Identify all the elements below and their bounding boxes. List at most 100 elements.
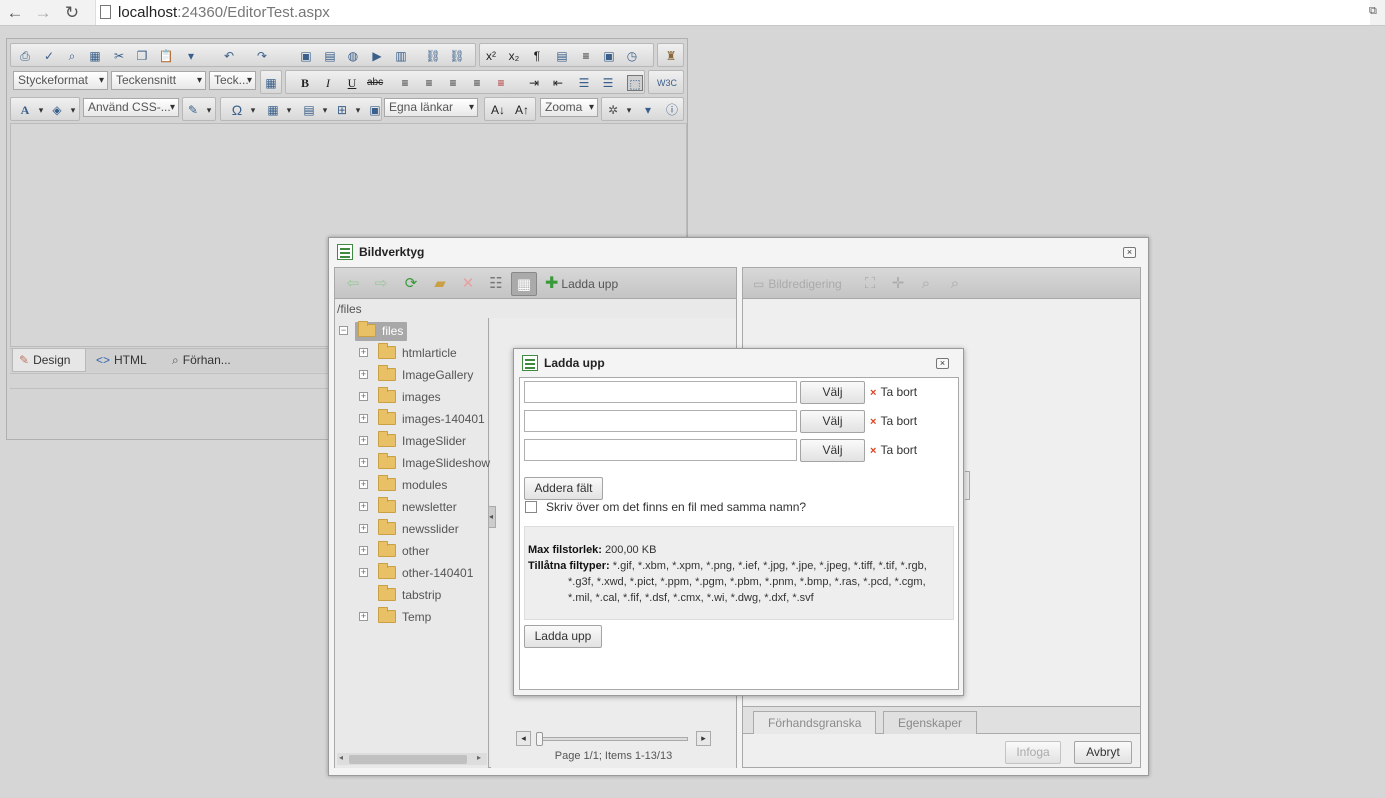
find-icon[interactable]: ⌕ <box>64 48 80 64</box>
insert-paragraph-icon[interactable]: ▤ <box>554 48 570 64</box>
align-left-icon[interactable]: ≡ <box>397 75 413 91</box>
insert-form-element-icon[interactable]: ⊞ <box>334 102 350 118</box>
image-map-icon[interactable]: ▤ <box>322 48 338 64</box>
actual-size-icon[interactable]: ✛ <box>889 275 907 293</box>
forward-icon[interactable]: ⇨ <box>372 275 390 293</box>
expand-icon[interactable]: + <box>359 524 368 533</box>
remove-alignment-icon[interactable]: ≡ <box>493 75 509 91</box>
font-size-dropdown[interactable]: Teck... <box>209 71 256 90</box>
redo-icon[interactable]: ↷ <box>254 48 270 64</box>
tab-preview[interactable]: ⌕ Förhan... <box>166 349 237 372</box>
help-icon[interactable]: ⓘ <box>664 102 680 118</box>
media-icon[interactable]: ▶ <box>369 48 385 64</box>
back-arrow-icon[interactable]: ← <box>5 3 25 23</box>
convert-to-upper-icon[interactable]: A↑ <box>514 102 530 118</box>
scrollbar-thumb[interactable] <box>349 755 467 764</box>
back-icon[interactable]: ⇦ <box>344 275 362 293</box>
remove-row-1[interactable]: × Ta bort <box>870 384 917 401</box>
symbols-dropdown-icon[interactable]: ▾ <box>245 102 261 118</box>
expand-icon[interactable]: + <box>359 612 368 621</box>
background-image-icon[interactable]: ▦ <box>263 75 279 91</box>
bulleted-list-icon[interactable]: ☰ <box>600 75 616 91</box>
scroll-right-icon[interactable]: ▸ <box>477 753 481 762</box>
remove-row-3[interactable]: × Ta bort <box>870 442 917 459</box>
overwrite-checkbox[interactable] <box>525 501 537 513</box>
remove-row-2[interactable]: × Ta bort <box>870 413 917 430</box>
slider-decrease-icon[interactable]: ◂ <box>516 731 531 746</box>
zoom-out-icon[interactable]: ⌕ <box>946 275 964 293</box>
expand-icon[interactable]: + <box>359 480 368 489</box>
slider-increase-icon[interactable]: ▸ <box>696 731 711 746</box>
back-color-dropdown-icon[interactable]: ▾ <box>65 102 81 118</box>
print-icon[interactable]: ⎙ <box>17 48 33 64</box>
tab-preview-image[interactable]: Förhandsgranska <box>753 711 877 734</box>
splitter-collapse-icon[interactable]: ◂ <box>488 506 496 528</box>
address-bar[interactable]: localhost:24360/EditorTest.aspx <box>95 0 1370 25</box>
image-properties-icon[interactable]: ▣ <box>367 102 383 118</box>
module-manager-dropdown-icon[interactable]: ▾ <box>621 102 637 118</box>
expand-icon[interactable]: + <box>359 458 368 467</box>
outdent-icon[interactable]: ⇤ <box>550 75 566 91</box>
xhtml-validator-icon[interactable]: W3C <box>657 75 677 91</box>
add-field-button[interactable]: Addera fält <box>524 477 603 500</box>
toggle-borders-icon[interactable]: ⬚ <box>627 75 643 91</box>
thumbnail-size-slider[interactable]: ◂ ▸ <box>516 731 712 746</box>
new-folder-icon[interactable]: ▰ <box>431 275 449 293</box>
snippets-icon[interactable]: ▤ <box>301 102 317 118</box>
font-name-dropdown[interactable]: Teckensnitt <box>111 71 206 90</box>
expand-icon[interactable]: + <box>359 370 368 379</box>
translate-icon[interactable]: ⧉ <box>1369 5 1381 17</box>
css-class-dropdown[interactable]: Använd CSS-... <box>83 98 179 117</box>
expand-icon[interactable]: + <box>359 502 368 511</box>
refresh-icon[interactable]: ⟳ <box>402 275 420 293</box>
choose-file-button-2[interactable]: Välj <box>800 410 865 433</box>
numbered-list-icon[interactable]: ☰ <box>576 75 592 91</box>
tab-properties[interactable]: Egenskaper <box>883 711 978 734</box>
remove-link-icon[interactable]: ⛓ <box>449 48 465 64</box>
track-changes-icon[interactable]: ▾ <box>640 102 656 118</box>
paste-options-icon[interactable]: ▾ <box>183 48 199 64</box>
choose-file-button-3[interactable]: Välj <box>800 439 865 462</box>
expand-icon[interactable]: + <box>359 414 368 423</box>
hyperlink-icon[interactable]: ⛓ <box>425 48 441 64</box>
italic-icon[interactable]: I <box>320 75 336 91</box>
module-manager-icon[interactable]: ✲ <box>605 102 621 118</box>
expand-icon[interactable]: + <box>359 568 368 577</box>
format-stripper-icon[interactable]: ♜ <box>663 48 679 64</box>
list-view-icon[interactable]: ☷ <box>487 275 505 293</box>
strikethrough-icon[interactable]: abc <box>367 75 383 91</box>
convert-to-lower-icon[interactable]: A↓ <box>490 102 506 118</box>
form-element-icon[interactable]: ▣ <box>601 48 617 64</box>
delete-icon[interactable]: ✕ <box>459 275 477 293</box>
overwrite-option[interactable]: Skriv över om det finns en fil med samma… <box>525 499 806 515</box>
upload-toolbar-button[interactable]: ✚ Ladda upp <box>545 274 618 294</box>
expand-icon[interactable]: + <box>359 436 368 445</box>
copy-icon[interactable]: ❐ <box>134 48 150 64</box>
symbols-icon[interactable]: Ω <box>229 102 245 118</box>
horizontal-rule-icon[interactable]: ≡ <box>578 48 594 64</box>
choose-file-button-1[interactable]: Välj <box>800 381 865 404</box>
file-input-1[interactable] <box>524 381 797 403</box>
fore-color-dropdown-icon[interactable]: ▾ <box>33 102 49 118</box>
paragraph-format-dropdown[interactable]: Styckeformat <box>13 71 108 90</box>
flash-icon[interactable]: ◍ <box>345 48 361 64</box>
undo-icon[interactable]: ↶ <box>221 48 237 64</box>
cancel-button[interactable]: Avbryt <box>1074 741 1132 764</box>
collapse-icon[interactable]: − <box>339 326 348 335</box>
forward-arrow-icon[interactable]: → <box>33 3 53 23</box>
image-manager-icon[interactable]: ▣ <box>298 48 314 64</box>
paragraph-icon[interactable]: ¶ <box>529 48 545 64</box>
paste-icon[interactable]: 📋 <box>158 48 174 64</box>
zoom-dropdown[interactable]: Zooma <box>540 98 598 117</box>
insert-table-dropdown-icon[interactable]: ▾ <box>281 102 297 118</box>
file-input-3[interactable] <box>524 439 797 461</box>
bold-icon[interactable]: B <box>297 75 313 91</box>
insert-date-icon[interactable]: ◷ <box>624 48 640 64</box>
format-sets-icon[interactable]: ✎ <box>185 102 201 118</box>
expand-icon[interactable]: + <box>359 546 368 555</box>
indent-icon[interactable]: ⇥ <box>526 75 542 91</box>
close-icon[interactable]: × <box>936 358 949 369</box>
document-manager-icon[interactable]: ▥ <box>393 48 409 64</box>
insert-table-icon[interactable]: ▦ <box>265 102 281 118</box>
custom-links-dropdown[interactable]: Egna länkar <box>384 98 478 117</box>
